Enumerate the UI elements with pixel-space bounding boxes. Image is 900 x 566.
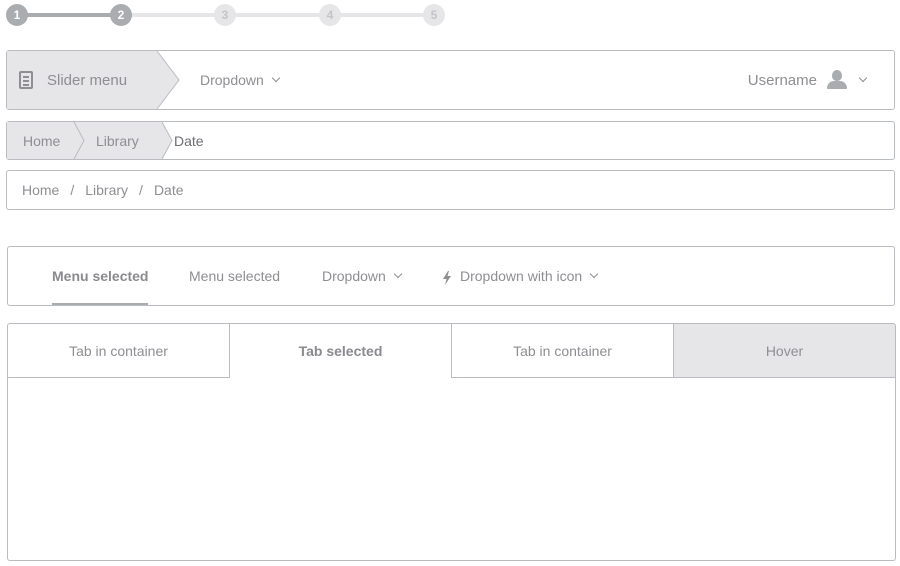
menu-item[interactable]: Menu selected: [189, 247, 280, 305]
breadcrumb-slash: Home / Library / Date: [6, 170, 895, 210]
chevron-down-icon: [858, 73, 868, 83]
step-3[interactable]: 3: [214, 4, 236, 26]
tab-label: Tab in container: [513, 342, 612, 359]
menu-item-label: Menu selected: [52, 268, 149, 284]
menu-item-dropdown-with-icon[interactable]: Dropdown with icon: [442, 247, 599, 305]
document-icon: [19, 71, 33, 89]
slider-menu-button[interactable]: Slider menu: [7, 51, 182, 109]
tab-selected[interactable]: Tab selected: [229, 323, 452, 378]
chevron-down-icon: [271, 73, 281, 83]
tab-in-container-1[interactable]: Tab in container: [7, 323, 230, 378]
progress-stepper: 1 2 3 4 5: [6, 4, 446, 26]
navbar-dropdown[interactable]: Dropdown: [200, 51, 281, 109]
user-menu[interactable]: Username: [747, 51, 868, 109]
breadcrumb-item-library[interactable]: Library: [85, 182, 128, 198]
tab-label: Hover: [765, 342, 804, 359]
breadcrumb-item-home[interactable]: Home: [22, 182, 59, 198]
user-icon: [827, 70, 847, 90]
step-2[interactable]: 2: [110, 4, 132, 26]
breadcrumb-separator: /: [70, 182, 75, 198]
chevron-down-icon: [589, 269, 599, 279]
breadcrumb-item-home[interactable]: Home: [23, 122, 60, 159]
breadcrumb-arrow: Home Library Date: [6, 121, 895, 160]
chevron-down-icon: [393, 269, 403, 279]
menu-item-dropdown[interactable]: Dropdown: [322, 247, 403, 305]
navbar-dropdown-label: Dropdown: [200, 72, 264, 88]
menu-item-selected[interactable]: Menu selected: [52, 247, 149, 305]
menu-bar: Menu selected Menu selected Dropdown Dro…: [7, 246, 895, 306]
username-label: Username: [747, 71, 817, 89]
menu-item-label: Dropdown: [322, 268, 386, 284]
breadcrumb-separator: /: [139, 182, 143, 198]
tab-container: Tab in container Tab selected Tab in con…: [7, 323, 896, 561]
breadcrumb-item-date: Date: [153, 182, 184, 198]
menu-item-label: Menu selected: [189, 268, 281, 284]
tab-hover[interactable]: Hover: [673, 323, 896, 378]
menu-item-label: Dropdown with icon: [460, 268, 583, 284]
step-4[interactable]: 4: [319, 4, 341, 26]
breadcrumb-item-library[interactable]: Library: [96, 122, 139, 159]
step-1[interactable]: 1: [6, 4, 28, 26]
tab-label: Tab in container: [69, 342, 168, 359]
stepper-track-completed: [17, 13, 121, 17]
tab-in-container-2[interactable]: Tab in container: [451, 323, 674, 378]
top-navbar: Slider menu Dropdown Username: [6, 50, 895, 110]
lightning-icon: [443, 270, 451, 285]
slider-menu-label: Slider menu: [47, 71, 128, 89]
tab-label: Tab selected: [298, 343, 383, 359]
breadcrumb-item-date: Date: [174, 132, 204, 149]
step-5[interactable]: 5: [423, 4, 445, 26]
tab-panel: [7, 377, 896, 561]
